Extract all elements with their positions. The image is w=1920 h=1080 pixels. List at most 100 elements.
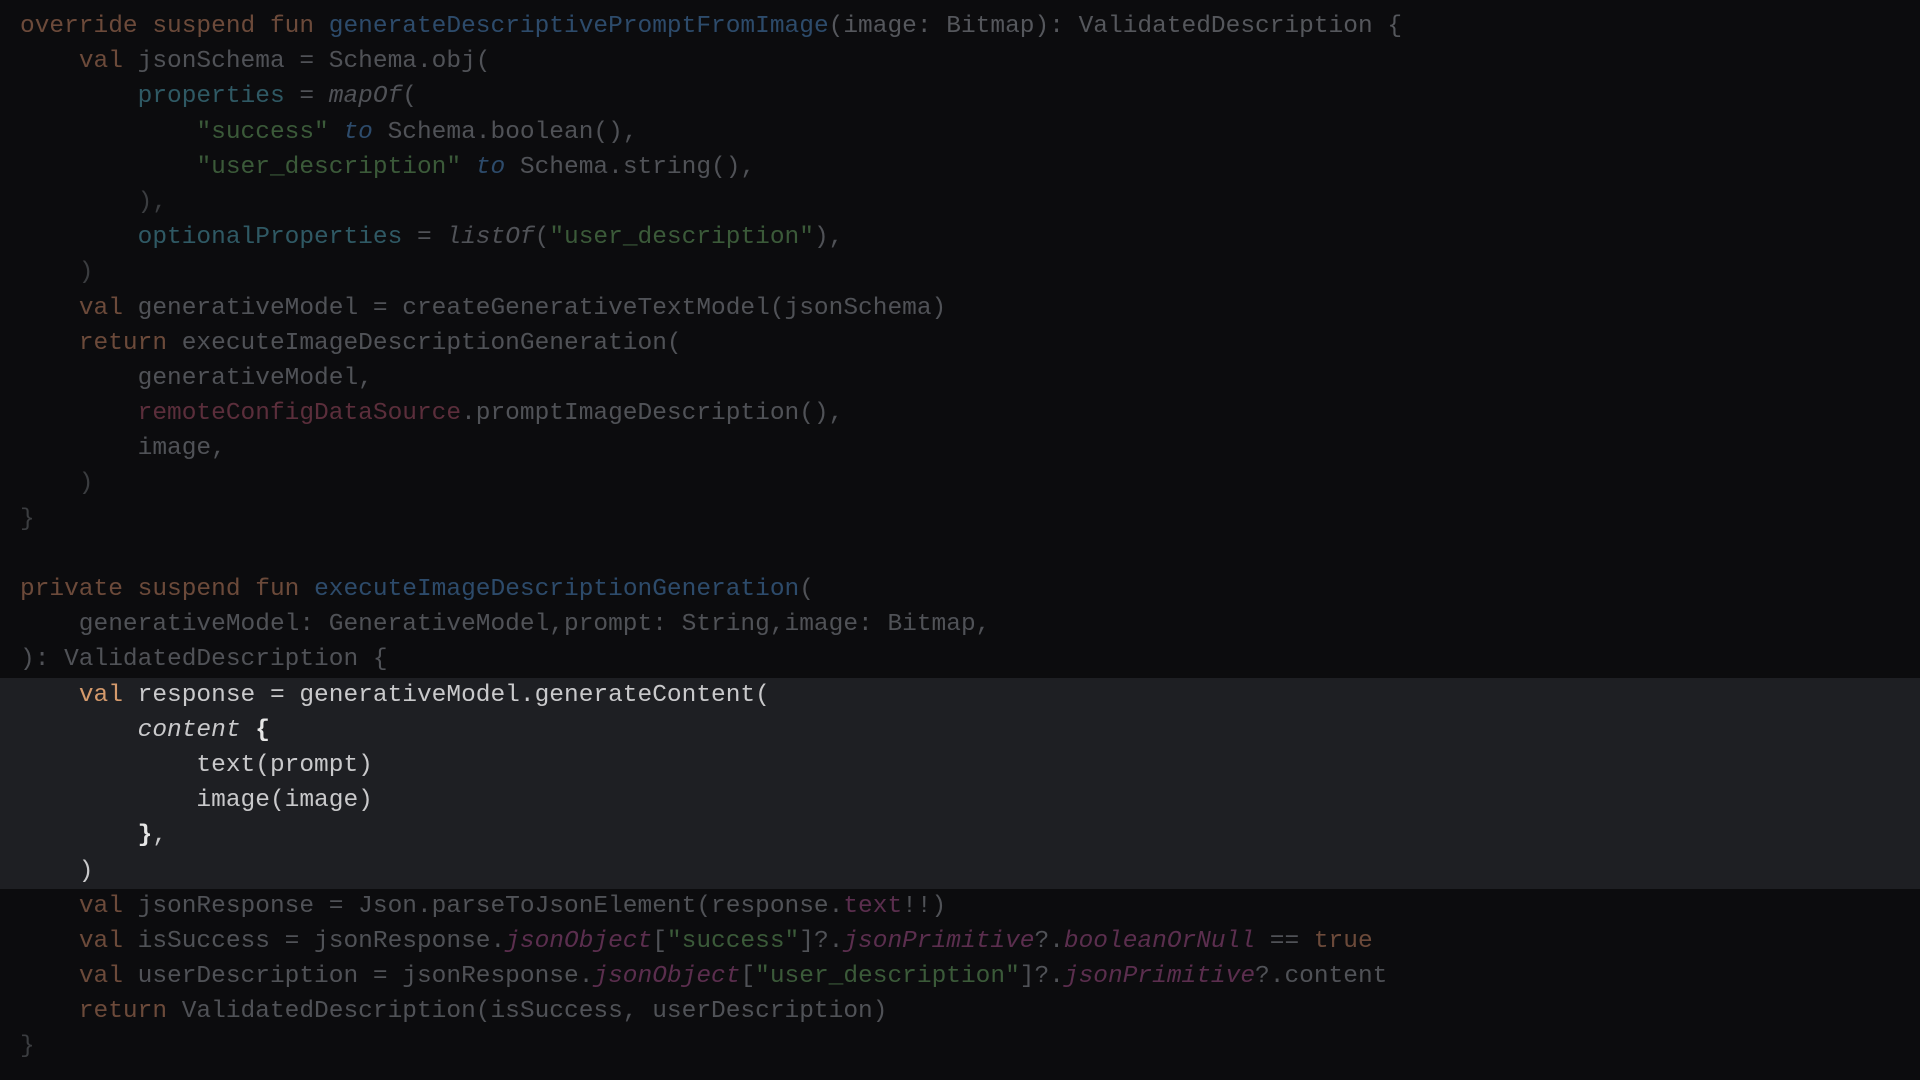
code-token: ), [20, 188, 168, 216]
code-line[interactable]: } [0, 502, 1920, 537]
code-token: remoteConfigDataSource [137, 400, 462, 428]
code-token: text(prompt) [20, 751, 373, 779]
code-token: isSuccess = jsonResponse. [137, 927, 506, 955]
code-token: optionalProperties [137, 224, 403, 252]
code-token: ?. [1034, 927, 1064, 955]
code-token: ) [20, 259, 94, 287]
code-line[interactable]: ) [0, 255, 1920, 290]
code-token: { [255, 716, 270, 744]
code-token: val [78, 294, 138, 322]
code-line[interactable]: val jsonResponse = Json.parseToJsonEleme… [0, 889, 1920, 924]
code-token: val [78, 963, 138, 991]
code-line-highlighted[interactable]: content { [0, 712, 1920, 748]
code-token: jsonObject [593, 963, 741, 991]
code-token: generativeModel, [20, 364, 373, 392]
code-line[interactable]: override suspend fun generateDescriptive… [0, 9, 1920, 44]
code-token: = [284, 83, 329, 111]
code-token: private suspend fun [20, 576, 315, 603]
code-line[interactable]: } [0, 1029, 1920, 1064]
code-token: jsonPrimitive [843, 927, 1035, 955]
code-token: [ [652, 927, 667, 955]
code-token: (image: Bitmap): ValidatedDescription { [828, 13, 1403, 40]
code-line[interactable]: optionalProperties = listOf("user_descri… [0, 220, 1920, 255]
code-line[interactable]: ): ValidatedDescription { [0, 642, 1920, 677]
code-token: ( [799, 576, 814, 603]
code-token: .promptImageDescription(), [461, 400, 844, 428]
code-token: listOf [446, 224, 535, 252]
code-line[interactable]: private suspend fun executeImageDescript… [0, 572, 1920, 607]
code-token: response = generativeModel.generateConte… [137, 681, 770, 709]
code-line-highlighted[interactable]: ) [0, 853, 1920, 889]
code-line-highlighted[interactable]: val response = generativeModel.generateC… [0, 677, 1920, 713]
code-line[interactable]: return executeImageDescriptionGeneration… [0, 326, 1920, 361]
code-token: == [1255, 927, 1314, 955]
code-token: true [1313, 927, 1373, 955]
code-token: "user_description" [755, 963, 1020, 991]
code-token: val [78, 48, 138, 76]
code-line[interactable]: properties = mapOf( [0, 79, 1920, 114]
code-line[interactable]: "success" to Schema.boolean(), [0, 115, 1920, 150]
code-token: override suspend fun [20, 13, 329, 40]
code-line-highlighted[interactable]: }, [0, 818, 1920, 854]
code-token: val [78, 927, 138, 955]
code-line[interactable]: return ValidatedDescription(isSuccess, u… [0, 994, 1920, 1029]
code-token: executeImageDescriptionGeneration( [181, 329, 682, 357]
code-line[interactable]: val userDescription = jsonResponse.jsonO… [0, 959, 1920, 994]
code-token: executeImageDescriptionGeneration [314, 576, 800, 603]
code-token: to [475, 153, 506, 181]
code-line[interactable]: ), [0, 185, 1920, 220]
code-token: image, [20, 435, 226, 463]
code-line[interactable]: generativeModel: GenerativeModel,prompt:… [0, 607, 1920, 642]
code-line[interactable]: ) [0, 466, 1920, 501]
code-line[interactable]: image, [0, 431, 1920, 466]
code-token: jsonSchema = Schema.obj( [137, 48, 491, 76]
code-line[interactable]: val jsonSchema = Schema.obj( [0, 44, 1920, 79]
code-token: ): ValidatedDescription { [20, 646, 388, 674]
code-line[interactable] [0, 537, 1920, 572]
code-token: generateDescriptivePromptFromImage [328, 13, 829, 40]
code-token: val [78, 681, 138, 709]
code-line[interactable]: remoteConfigDataSource.promptImageDescri… [0, 396, 1920, 431]
code-token: userDescription = jsonResponse. [137, 963, 594, 991]
code-token: ), [813, 224, 844, 252]
code-token: ( [534, 224, 550, 252]
code-line-highlighted[interactable]: image(image) [0, 783, 1920, 819]
code-line[interactable]: val isSuccess = jsonResponse.jsonObject[… [0, 924, 1920, 959]
code-token: content [137, 716, 241, 744]
code-token: text [843, 892, 903, 920]
code-token: jsonResponse = Json.parseToJsonElement(r… [137, 892, 844, 920]
code-token: image(image) [20, 787, 373, 815]
code-line[interactable]: "user_description" to Schema.string(), [0, 150, 1920, 185]
code-token: return [78, 329, 182, 357]
code-token: properties [137, 83, 285, 111]
code-token: generativeModel = createGenerativeTextMo… [137, 294, 947, 322]
code-token: "user_description" [196, 153, 462, 181]
code-line[interactable]: generativeModel, [0, 361, 1920, 396]
code-token: return [78, 998, 182, 1026]
code-editor[interactable]: override suspend fun generateDescriptive… [0, 0, 1920, 1080]
code-token: "success" [666, 927, 800, 955]
code-token: booleanOrNull [1063, 927, 1256, 955]
code-line[interactable]: val generativeModel = createGenerativeTe… [0, 291, 1920, 326]
code-token: } [20, 1033, 35, 1061]
code-token: [ [740, 963, 756, 991]
code-token: ) [20, 857, 94, 885]
code-token: val [78, 892, 138, 920]
code-line-highlighted[interactable]: text(prompt) [0, 747, 1920, 784]
code-token: ?.content [1255, 963, 1388, 991]
